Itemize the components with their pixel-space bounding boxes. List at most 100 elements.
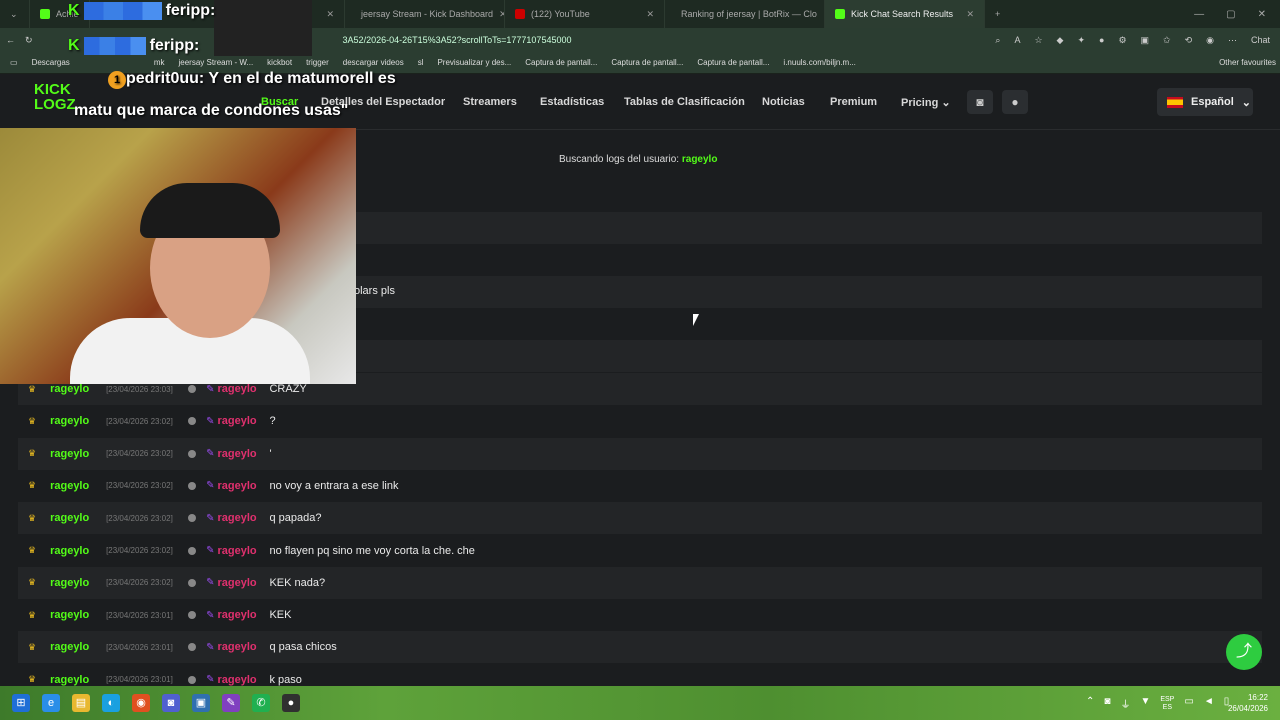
chevron-up-icon[interactable]: ⌃ — [1086, 696, 1094, 712]
username-link[interactable]: rageylo — [50, 609, 98, 621]
close-window-icon[interactable]: ✕ — [1258, 9, 1266, 20]
username-link[interactable]: rageylo — [50, 415, 98, 427]
channel-link[interactable]: rageylo — [217, 641, 263, 653]
info-icon[interactable] — [188, 643, 197, 652]
username-link[interactable]: rageylo — [50, 577, 98, 589]
tab-kick-dashboard[interactable]: jeersay Stream - Kick Dashboard✕ — [345, 0, 505, 28]
copilot-link[interactable]: Chat — [1251, 35, 1270, 46]
info-icon[interactable] — [188, 546, 197, 555]
channel-link[interactable]: rageylo — [217, 480, 263, 492]
extension-icon[interactable]: ✦ — [1077, 35, 1085, 46]
username-link[interactable]: rageylo — [50, 674, 98, 686]
minimize-icon[interactable]: — — [1194, 9, 1204, 20]
nav-premium[interactable]: Premium — [830, 96, 877, 108]
nav-pricing[interactable]: Pricing ⌄ — [901, 96, 951, 109]
app-tray-icon[interactable]: ▼ — [1140, 696, 1150, 712]
username-link[interactable]: rageylo — [50, 512, 98, 524]
read-aloud-icon[interactable]: A — [1014, 35, 1020, 46]
tab-youtube[interactable]: (122) YouTube ✕ — [505, 0, 665, 28]
favorites-icon[interactable]: ✩ — [1163, 35, 1171, 46]
info-icon[interactable] — [188, 675, 197, 684]
bookmark-kickbot[interactable]: kickbot — [267, 58, 292, 67]
zoom-icon[interactable]: ⌕ — [995, 35, 1000, 46]
close-icon[interactable]: ✕ — [646, 9, 654, 20]
app-icon[interactable]: ✎ — [222, 694, 240, 712]
site-logo[interactable]: KICK LOGZ — [34, 82, 76, 112]
username-link[interactable]: rageylo — [50, 545, 98, 557]
profile-icon[interactable]: ◉ — [1206, 35, 1214, 46]
nav-streamers[interactable]: Streamers — [463, 96, 517, 108]
bookmark-sl[interactable]: sl — [418, 58, 424, 67]
url-field[interactable]: 3A52/2026-04-26T15%3A52?scrollToTs=17771… — [343, 35, 572, 45]
username-link[interactable]: rageylo — [50, 383, 98, 395]
bookmark-previsualizar[interactable]: Previsualizar y des... — [437, 58, 511, 67]
tab-kick-chat-search[interactable]: Kick Chat Search Results ✕ — [825, 0, 985, 28]
file-explorer-icon[interactable]: ▤ — [72, 694, 90, 712]
discord-icon[interactable]: ◙ — [967, 90, 993, 114]
bookmark-other-favourites[interactable]: Other favourites — [1219, 58, 1280, 67]
bookmark-trigger[interactable]: trigger — [306, 58, 329, 67]
bookmark-captura-3[interactable]: Captura de pantall... — [697, 58, 769, 67]
info-icon[interactable] — [188, 481, 197, 490]
nav-estadisticas[interactable]: Estadísticas — [540, 96, 604, 108]
bookmark-mk[interactable]: mk — [154, 58, 165, 67]
user-account-icon[interactable]: ● — [1002, 90, 1028, 114]
tab-menu[interactable]: ⌄ — [0, 0, 30, 28]
bookmark-descargar-videos[interactable]: descargar videos — [343, 58, 404, 67]
nav-tablas-clasificacion[interactable]: Tablas de Clasificación — [624, 96, 745, 108]
username-link[interactable]: rageylo — [50, 448, 98, 460]
tab-botrix[interactable]: Ranking of jeersay | BotRix — Clo✕ — [665, 0, 825, 28]
share-icon[interactable]: ⤴ — [1226, 634, 1262, 670]
channel-link[interactable]: rageylo — [217, 609, 263, 621]
more-icon[interactable]: ⋯ — [1228, 35, 1237, 46]
settings-icon[interactable]: ⚙ — [1118, 35, 1126, 46]
extension-icon[interactable]: ● — [1099, 35, 1104, 46]
channel-link[interactable]: rageylo — [217, 674, 263, 686]
bookmark-captura-1[interactable]: Captura de pantall... — [525, 58, 597, 67]
network-icon[interactable]: ▭ — [1184, 696, 1193, 712]
new-tab-button[interactable]: + — [985, 0, 1015, 28]
close-icon[interactable]: ✕ — [326, 9, 334, 20]
back-icon[interactable]: ← — [6, 35, 15, 45]
channel-link[interactable]: rageylo — [217, 512, 263, 524]
app-icon[interactable]: ◉ — [132, 694, 150, 712]
volume-icon[interactable]: ◄ — [1204, 696, 1214, 712]
nav-noticias[interactable]: Noticias — [762, 96, 805, 108]
info-icon[interactable] — [188, 611, 197, 620]
channel-link[interactable]: rageylo — [217, 383, 263, 395]
channel-link[interactable]: rageylo — [217, 545, 263, 557]
obs-icon[interactable]: ● — [282, 694, 300, 712]
language-selector[interactable]: Español ⌄ — [1157, 88, 1253, 116]
bookmark-descargas[interactable]: Descargas — [32, 58, 70, 67]
username-link[interactable]: rageylo — [50, 641, 98, 653]
edge-icon[interactable]: e — [42, 694, 60, 712]
discord-tray-icon[interactable]: ◙ — [1104, 696, 1110, 712]
clock[interactable]: 16:22 26/04/2026 — [1228, 692, 1268, 714]
extension-icon[interactable]: ◆ — [1057, 35, 1064, 46]
info-icon[interactable] — [188, 385, 197, 393]
info-icon[interactable] — [188, 514, 197, 523]
usb-icon[interactable]: ⏚ — [1120, 696, 1130, 712]
info-icon[interactable] — [188, 417, 197, 426]
bookmark-inuuls[interactable]: i.nuuls.com/biljn.m... — [783, 58, 855, 67]
channel-link[interactable]: rageylo — [217, 448, 263, 460]
app-icon[interactable]: ◐ — [102, 694, 120, 712]
refresh-icon[interactable]: ↻ — [25, 35, 33, 46]
channel-link[interactable]: rageylo — [217, 577, 263, 589]
windows-start-icon[interactable]: ⊞ — [12, 694, 30, 712]
channel-link[interactable]: rageylo — [217, 415, 263, 427]
sidebar-toggle-icon[interactable]: ▭ — [10, 58, 18, 67]
username-link[interactable]: rageylo — [50, 480, 98, 492]
collections-icon[interactable]: ▣ — [1141, 35, 1150, 46]
maximize-icon[interactable]: ▢ — [1226, 9, 1235, 20]
whatsapp-icon[interactable]: ✆ — [252, 694, 270, 712]
bookmark-captura-2[interactable]: Captura de pantall... — [611, 58, 683, 67]
language-indicator[interactable]: ESP ES — [1160, 696, 1174, 712]
info-icon[interactable] — [188, 449, 197, 458]
discord-taskbar-icon[interactable]: ◙ — [162, 694, 180, 712]
history-icon[interactable]: ⟲ — [1185, 35, 1193, 46]
bookmark-jeersay[interactable]: jeersay Stream - W... — [178, 58, 253, 67]
app-icon[interactable]: ▣ — [192, 694, 210, 712]
star-icon[interactable]: ☆ — [1034, 35, 1042, 46]
close-icon[interactable]: ✕ — [966, 9, 974, 20]
